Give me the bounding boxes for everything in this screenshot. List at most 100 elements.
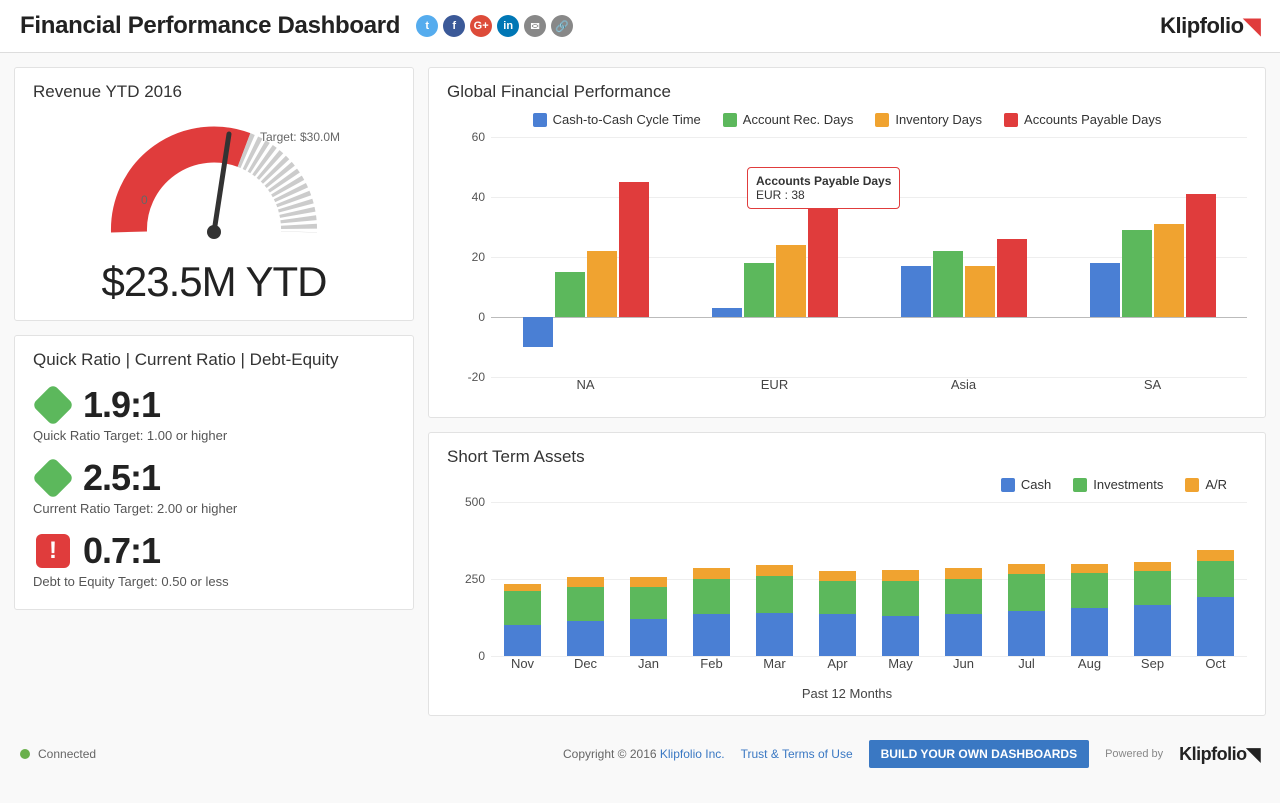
legend-label: Investments [1093, 477, 1163, 492]
global-chart-plot[interactable]: -200204060NAEURAsiaSAAccounts Payable Da… [447, 137, 1247, 403]
bar-segment[interactable] [882, 570, 920, 581]
legend-item[interactable]: Investments [1073, 477, 1163, 492]
bar-segment[interactable] [1134, 571, 1172, 605]
stacked-bar[interactable] [1197, 550, 1235, 656]
trust-link[interactable]: Trust & Terms of Use [741, 747, 853, 761]
stacked-bar[interactable] [1008, 564, 1046, 656]
stacked-bar[interactable] [882, 570, 920, 656]
bar[interactable] [744, 263, 774, 317]
bar-segment[interactable] [1197, 597, 1235, 656]
link-icon[interactable]: 🔗 [551, 15, 573, 37]
bar-segment[interactable] [1197, 550, 1235, 561]
stacked-bar[interactable] [693, 568, 731, 656]
stacked-bar[interactable] [567, 577, 605, 656]
x-label: May [869, 656, 932, 682]
bar-segment[interactable] [693, 614, 731, 656]
bar-segment[interactable] [756, 613, 794, 656]
stacked-bar[interactable] [504, 584, 542, 656]
stacked-bar[interactable] [630, 577, 668, 656]
bar-segment[interactable] [945, 579, 983, 614]
facebook-icon[interactable]: f [443, 15, 465, 37]
stacked-bar[interactable] [1071, 564, 1109, 656]
x-label: Jan [617, 656, 680, 682]
bar-segment[interactable] [1071, 573, 1109, 608]
bar-segment[interactable] [1008, 611, 1046, 656]
legend-item[interactable]: A/R [1185, 477, 1227, 492]
footer: Connected Copyright © 2016 Klipfolio Inc… [0, 730, 1280, 786]
x-label: SA [1058, 377, 1247, 403]
ratio-row: 1.9:1 [33, 384, 395, 426]
bar-segment[interactable] [567, 587, 605, 621]
bar[interactable] [901, 266, 931, 317]
ratio-value: 2.5:1 [83, 457, 160, 499]
global-chart-legend: Cash-to-Cash Cycle Time Account Rec. Days… [447, 112, 1247, 127]
legend-item[interactable]: Accounts Payable Days [1004, 112, 1161, 127]
bar[interactable] [933, 251, 963, 317]
stacked-bar[interactable] [819, 571, 857, 656]
bar-segment[interactable] [1071, 564, 1109, 573]
x-label: Feb [680, 656, 743, 682]
bar-segment[interactable] [945, 568, 983, 579]
bar-segment[interactable] [567, 621, 605, 656]
social-icons: tfG+in✉🔗 [416, 15, 573, 37]
bar[interactable] [523, 317, 553, 347]
bar[interactable] [1154, 224, 1184, 317]
ratio-row: 2.5:1 [33, 457, 395, 499]
bar-segment[interactable] [1008, 574, 1046, 611]
legend-item[interactable]: Inventory Days [875, 112, 982, 127]
bar-segment[interactable] [630, 619, 668, 656]
bar-segment[interactable] [1197, 561, 1235, 598]
build-dashboards-button[interactable]: BUILD YOUR OWN DASHBOARDS [869, 740, 1089, 768]
bar[interactable] [808, 203, 838, 317]
stacked-bar[interactable] [945, 568, 983, 656]
bar[interactable] [712, 308, 742, 317]
legend-item[interactable]: Account Rec. Days [723, 112, 854, 127]
bar-segment[interactable] [819, 571, 857, 580]
bar-segment[interactable] [945, 614, 983, 656]
bar[interactable] [1090, 263, 1120, 317]
bar[interactable] [776, 245, 806, 317]
bar-segment[interactable] [819, 614, 857, 656]
bar-segment[interactable] [1134, 605, 1172, 656]
stacked-bar[interactable] [1134, 562, 1172, 656]
twitter-icon[interactable]: t [416, 15, 438, 37]
linkedin-icon[interactable]: in [497, 15, 519, 37]
bar-segment[interactable] [693, 579, 731, 614]
bar-segment[interactable] [567, 577, 605, 586]
legend-swatch-icon [1073, 478, 1087, 492]
bar-segment[interactable] [504, 584, 542, 592]
bar-segment[interactable] [1134, 562, 1172, 571]
bar[interactable] [587, 251, 617, 317]
bar-segment[interactable] [882, 616, 920, 656]
legend-swatch-icon [533, 113, 547, 127]
bar[interactable] [997, 239, 1027, 317]
assets-chart-plot[interactable]: 0250500NovDecJanFebMarAprMayJunJulAugSep… [447, 502, 1247, 682]
diamond-ok-icon [33, 458, 73, 498]
chart-tooltip: Accounts Payable DaysEUR : 38 [747, 167, 900, 209]
bar[interactable] [1122, 230, 1152, 317]
x-label: NA [491, 377, 680, 403]
bar-segment[interactable] [630, 577, 668, 586]
klipfolio-link[interactable]: Klipfolio Inc. [660, 747, 725, 761]
bar-segment[interactable] [756, 565, 794, 576]
bar-segment[interactable] [1071, 608, 1109, 656]
googleplus-icon[interactable]: G+ [470, 15, 492, 37]
bar-segment[interactable] [756, 576, 794, 613]
email-icon[interactable]: ✉ [524, 15, 546, 37]
bar[interactable] [965, 266, 995, 317]
bar-segment[interactable] [819, 581, 857, 615]
powered-by-label: Powered by [1105, 748, 1163, 760]
bar[interactable] [555, 272, 585, 317]
bar-segment[interactable] [693, 568, 731, 579]
bar-segment[interactable] [504, 625, 542, 656]
bar-segment[interactable] [1008, 564, 1046, 575]
stacked-bar[interactable] [756, 565, 794, 656]
bar[interactable] [1186, 194, 1216, 317]
bar-segment[interactable] [882, 581, 920, 616]
legend-item[interactable]: Cash-to-Cash Cycle Time [533, 112, 701, 127]
bar[interactable] [619, 182, 649, 317]
bar-segment[interactable] [630, 587, 668, 619]
x-label: Sep [1121, 656, 1184, 682]
bar-segment[interactable] [504, 591, 542, 625]
legend-item[interactable]: Cash [1001, 477, 1051, 492]
